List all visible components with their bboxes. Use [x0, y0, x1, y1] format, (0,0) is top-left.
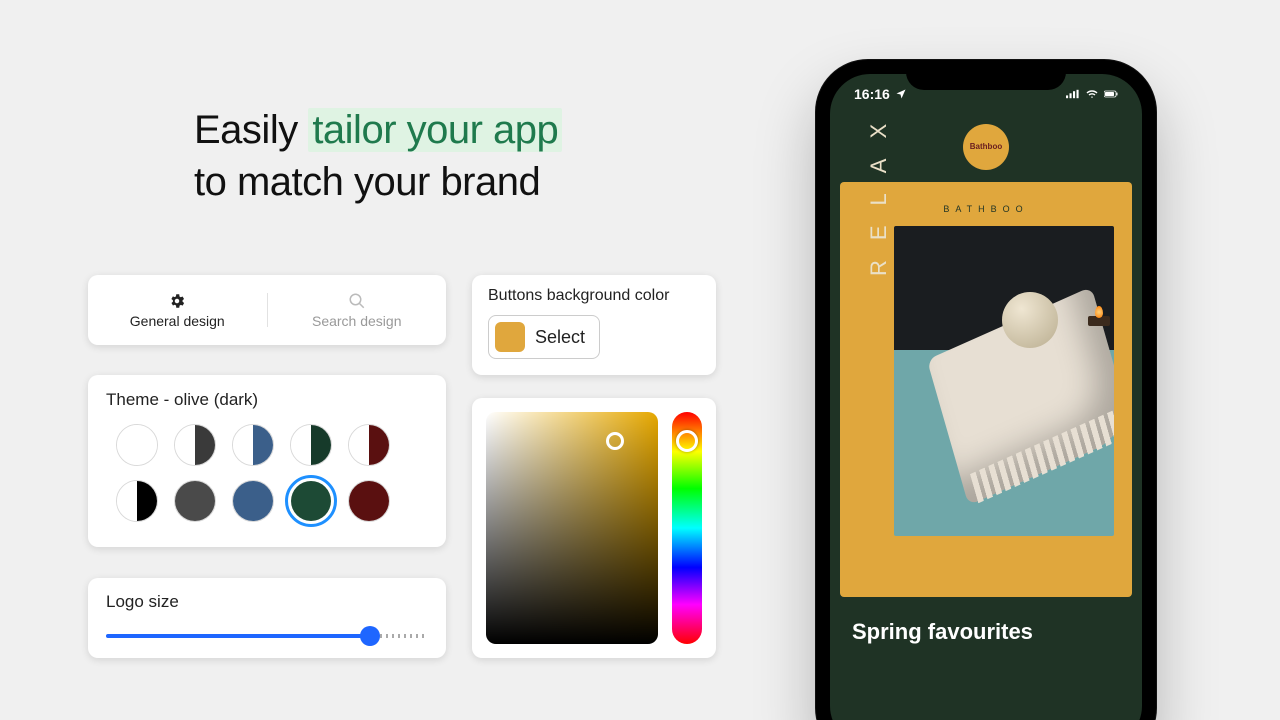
saturation-box[interactable] — [486, 412, 658, 644]
logo-size-card: Logo size — [88, 578, 446, 658]
logo-size-slider[interactable] — [106, 626, 428, 646]
phone-screen: 16:16 Bathboo BATHBOO RELAX Spring favou… — [830, 74, 1142, 720]
slider-track-remaining — [374, 634, 428, 638]
battery-icon — [1104, 88, 1118, 100]
wifi-icon — [1085, 88, 1099, 100]
tab-general-label: General design — [130, 313, 225, 329]
headline-prefix: Easily — [194, 108, 308, 152]
theme-swatch[interactable] — [232, 480, 274, 522]
theme-swatch[interactable] — [116, 424, 158, 466]
headline-highlight: tailor your app — [308, 108, 562, 152]
status-time: 16:16 — [854, 86, 890, 102]
hero-bath-ball — [1002, 292, 1058, 348]
theme-swatch[interactable] — [174, 424, 216, 466]
location-icon — [894, 88, 908, 100]
hue-slider[interactable] — [672, 412, 702, 644]
hero-brand-label: BATHBOO — [858, 204, 1114, 214]
headline: Easily tailor your app to match your bra… — [194, 104, 562, 208]
theme-swatch[interactable] — [116, 480, 158, 522]
slider-thumb[interactable] — [360, 626, 380, 646]
theme-swatch[interactable] — [290, 480, 332, 522]
phone-preview: 16:16 Bathboo BATHBOO RELAX Spring favou… — [816, 60, 1156, 720]
theme-swatch[interactable] — [232, 424, 274, 466]
button-color-title: Buttons background color — [488, 287, 700, 305]
theme-card: Theme - olive (dark) — [88, 375, 446, 547]
tab-search-design[interactable]: Search design — [268, 275, 447, 345]
search-icon — [348, 292, 366, 310]
selected-color-swatch — [495, 322, 525, 352]
hue-cursor[interactable] — [676, 430, 698, 452]
tab-general-design[interactable]: General design — [88, 275, 267, 345]
color-picker-card — [472, 398, 716, 658]
headline-suffix: to match your brand — [194, 160, 540, 204]
theme-swatch[interactable] — [174, 480, 216, 522]
hero-candle — [1088, 316, 1110, 326]
logo-size-title: Logo size — [106, 592, 428, 612]
select-color-button[interactable]: Select — [488, 315, 600, 359]
section-title: Spring favourites — [852, 619, 1033, 645]
theme-title: Theme - olive (dark) — [106, 390, 428, 410]
status-bar: 16:16 — [830, 86, 1142, 102]
select-color-label: Select — [535, 327, 585, 348]
theme-swatch[interactable] — [348, 480, 390, 522]
tab-search-label: Search design — [312, 313, 402, 329]
hero-relax-text: RELAX — [866, 104, 892, 276]
theme-swatch[interactable] — [348, 424, 390, 466]
design-tabs-card: General design Search design — [88, 275, 446, 345]
brand-logo: Bathboo — [963, 124, 1009, 170]
hero-banner: BATHBOO RELAX — [840, 182, 1132, 597]
saturation-cursor[interactable] — [606, 432, 624, 450]
button-color-card: Buttons background color Select — [472, 275, 716, 375]
theme-swatch-row-1 — [106, 424, 428, 466]
slider-track — [106, 634, 370, 638]
theme-swatch-row-2 — [106, 480, 428, 522]
hero-image — [894, 226, 1114, 536]
gear-icon — [168, 292, 186, 310]
cellular-icon — [1066, 88, 1080, 100]
theme-swatch[interactable] — [290, 424, 332, 466]
